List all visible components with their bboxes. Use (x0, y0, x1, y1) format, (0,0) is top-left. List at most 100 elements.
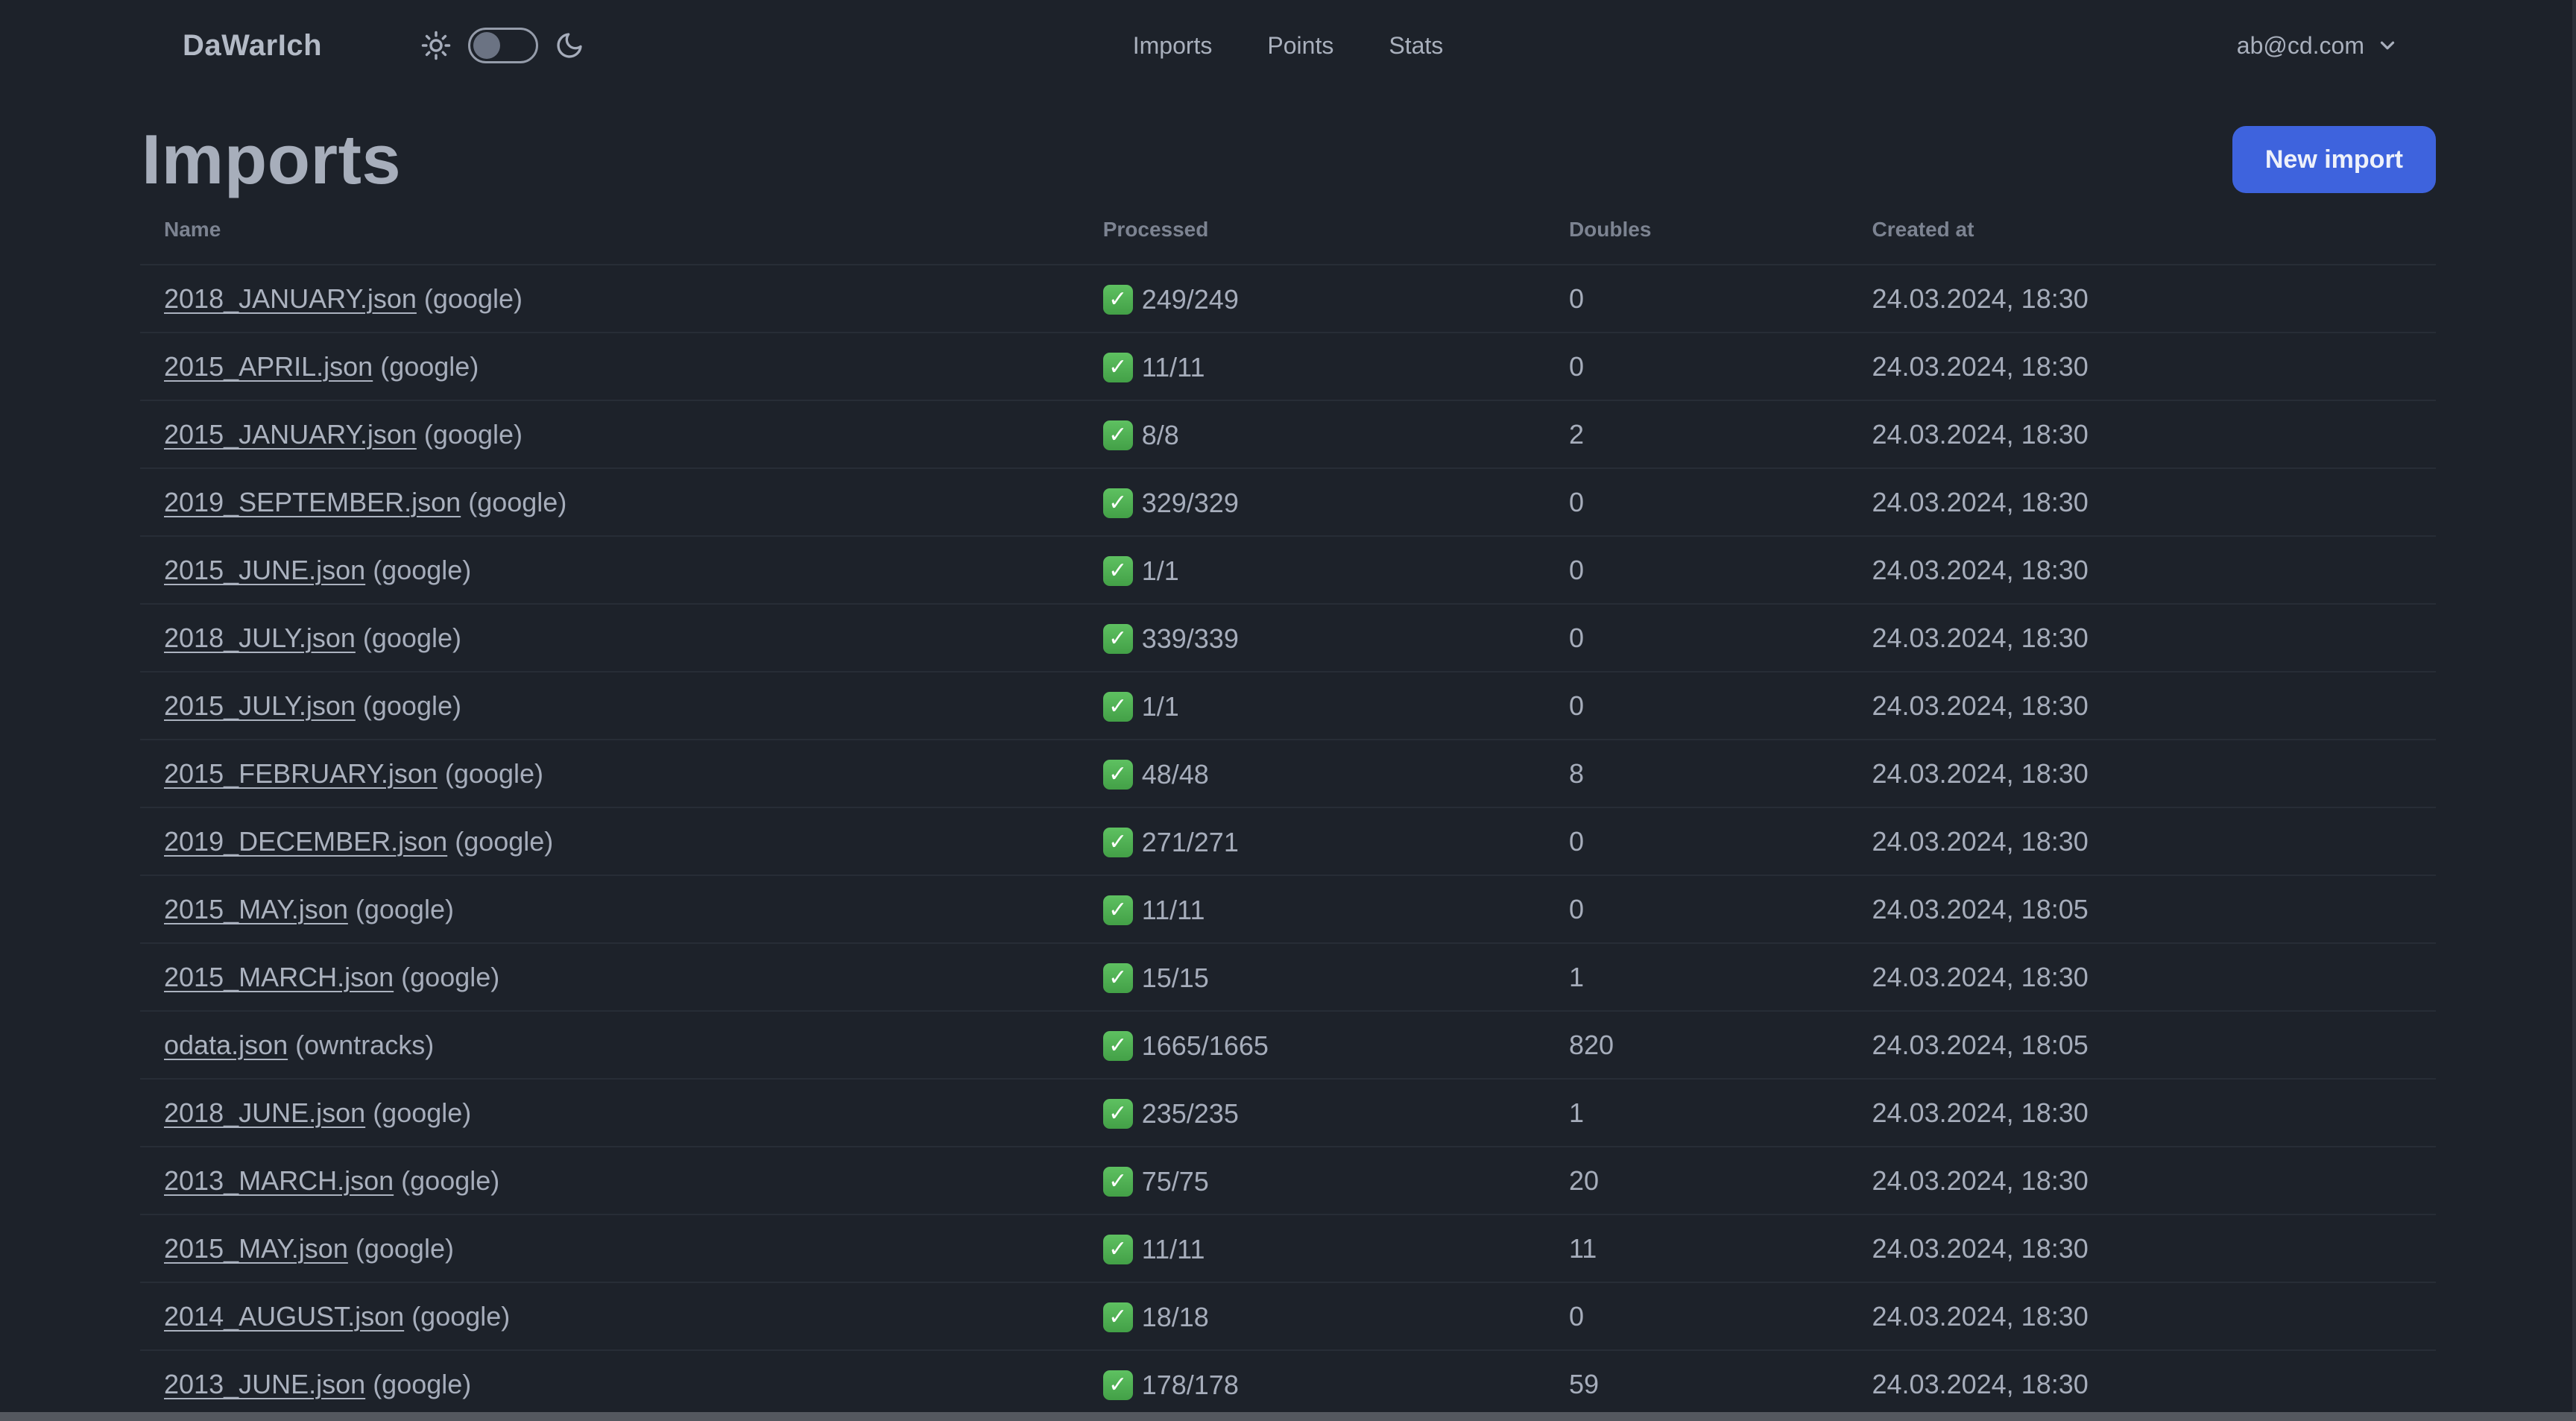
import-file-link[interactable]: 2018_JUNE.json (164, 1097, 365, 1128)
success-check-icon: ✓ (1102, 1167, 1133, 1197)
processed-value: 329/329 (1141, 488, 1239, 518)
import-name-cell: 2015_JANUARY.json (google) (140, 400, 1079, 468)
processed-value: 15/15 (1141, 962, 1209, 993)
table-row: 2019_DECEMBER.json (google) ✓ 271/271 0 … (140, 807, 2436, 875)
import-file-link[interactable]: 2015_MAY.json (164, 894, 348, 924)
import-source-label: (google) (423, 283, 523, 314)
import-file-link[interactable]: 2013_MARCH.json (164, 1165, 394, 1196)
import-file-link[interactable]: 2013_JUNE.json (164, 1369, 365, 1399)
import-file-link[interactable]: 2014_AUGUST.json (164, 1301, 404, 1332)
table-header: Name Processed Doubles Created at (140, 218, 2436, 265)
created-at-cell: 24.03.2024, 18:30 (1872, 1232, 2089, 1264)
main-nav: Imports Points Stats (1133, 0, 1444, 91)
import-source-label: (google) (373, 1097, 472, 1128)
table-row: 2015_FEBRUARY.json (google) ✓ 48/48 8 24… (140, 740, 2436, 807)
import-source-label: (google) (373, 554, 472, 585)
processed-value: 249/249 (1141, 284, 1239, 315)
column-header-name: Name (164, 218, 221, 241)
import-name-cell: 2019_SEPTEMBER.json (google) (140, 468, 1079, 536)
doubles-cell: 820 (1568, 1029, 1614, 1060)
success-check-icon: ✓ (1102, 624, 1133, 654)
table-row: 2018_JULY.json (google) ✓ 339/339 0 24.0… (140, 604, 2436, 672)
import-file-link[interactable]: odata.json (164, 1030, 288, 1060)
import-source-label: (google) (444, 757, 543, 789)
created-at-cell: 24.03.2024, 18:05 (1872, 1029, 2089, 1060)
import-file-link[interactable]: 2015_JULY.json (164, 690, 356, 721)
import-file-link[interactable]: 2018_JANUARY.json (164, 283, 417, 314)
nav-link-imports[interactable]: Imports (1133, 32, 1213, 60)
processed-value: 48/48 (1141, 759, 1209, 790)
created-at-cell: 24.03.2024, 18:30 (1872, 1368, 2089, 1399)
import-source-label: (google) (362, 622, 461, 653)
import-file-link[interactable]: 2015_MARCH.json (164, 962, 394, 992)
import-source-label: (owntracks) (295, 1029, 435, 1060)
import-source-label: (google) (411, 1300, 511, 1332)
import-name-cell: 2015_MARCH.json (google) (140, 943, 1079, 1011)
processed-value: 11/11 (1141, 1234, 1205, 1264)
success-check-icon: ✓ (1102, 1302, 1133, 1332)
import-source-label: (google) (355, 893, 454, 924)
success-check-icon: ✓ (1102, 1099, 1133, 1129)
created-at-cell: 24.03.2024, 18:30 (1872, 1165, 2089, 1196)
doubles-cell: 0 (1568, 1300, 1584, 1332)
success-check-icon: ✓ (1102, 353, 1133, 382)
created-at-cell: 24.03.2024, 18:30 (1872, 961, 2089, 992)
main-content: Imports New import Name Processed Doubles C… (140, 91, 2436, 1421)
import-name-cell: 2019_DECEMBER.json (google) (140, 807, 1079, 875)
theme-toggle-knob (473, 32, 501, 59)
processed-cell: ✓ 15/15 (1079, 943, 1545, 1011)
created-at-cell: 24.03.2024, 18:30 (1872, 825, 2089, 857)
doubles-cell: 0 (1568, 622, 1584, 653)
processed-cell: ✓ 11/11 (1079, 1214, 1545, 1282)
table-row: 2015_MAY.json (google) ✓ 11/11 11 24.03.… (140, 1214, 2436, 1282)
created-at-cell: 24.03.2024, 18:30 (1872, 1097, 2089, 1128)
processed-cell: ✓ 11/11 (1079, 875, 1545, 943)
new-import-button[interactable]: New import (2232, 126, 2436, 193)
import-file-link[interactable]: 2015_MAY.json (164, 1233, 348, 1264)
import-file-link[interactable]: 2015_JUNE.json (164, 555, 365, 585)
import-file-link[interactable]: 2015_APRIL.json (164, 351, 373, 382)
user-menu[interactable]: ab@cd.com (2237, 32, 2399, 60)
doubles-cell: 0 (1568, 283, 1584, 314)
column-header-doubles: Doubles (1568, 218, 1652, 241)
processed-cell: ✓ 18/18 (1079, 1282, 1545, 1350)
import-source-label: (google) (455, 825, 554, 857)
moon-icon (557, 33, 582, 58)
nav-link-points[interactable]: Points (1267, 32, 1333, 60)
import-file-link[interactable]: 2015_JANUARY.json (164, 419, 417, 450)
import-file-link[interactable]: 2015_FEBRUARY.json (164, 758, 438, 789)
processed-value: 339/339 (1141, 623, 1239, 654)
import-name-cell: 2015_MAY.json (google) (140, 1214, 1079, 1282)
import-file-link[interactable]: 2019_SEPTEMBER.json (164, 487, 461, 517)
doubles-cell: 0 (1568, 825, 1584, 857)
sun-icon (421, 31, 451, 60)
processed-cell: ✓ 48/48 (1079, 740, 1545, 807)
processed-cell: ✓ 271/271 (1079, 807, 1545, 875)
processed-cell: ✓ 329/329 (1079, 468, 1545, 536)
success-check-icon: ✓ (1102, 420, 1133, 450)
doubles-cell: 0 (1568, 893, 1584, 924)
table-row: odata.json (owntracks) ✓ 1665/1665 820 2… (140, 1011, 2436, 1079)
created-at-cell: 24.03.2024, 18:30 (1872, 418, 2089, 450)
table-row: 2015_MARCH.json (google) ✓ 15/15 1 24.03… (140, 943, 2436, 1011)
success-check-icon: ✓ (1102, 1370, 1133, 1400)
horizontal-scrollbar[interactable] (0, 1412, 2576, 1421)
success-check-icon: ✓ (1102, 692, 1133, 722)
theme-toggle-switch[interactable] (468, 28, 539, 63)
import-name-cell: 2018_JULY.json (google) (140, 604, 1079, 672)
processed-cell: ✓ 75/75 (1079, 1147, 1545, 1214)
app-logo[interactable]: DaWarIch (183, 29, 322, 63)
column-header-created-at: Created at (1872, 218, 1974, 241)
processed-value: 18/18 (1141, 1302, 1209, 1332)
processed-cell: ✓ 1665/1665 (1079, 1011, 1545, 1079)
processed-value: 1665/1665 (1141, 1030, 1269, 1061)
nav-link-stats[interactable]: Stats (1389, 32, 1443, 60)
theme-toggle-group (420, 28, 584, 63)
import-name-cell: 2018_JUNE.json (google) (140, 1079, 1079, 1147)
processed-cell: ✓ 8/8 (1079, 400, 1545, 468)
import-file-link[interactable]: 2018_JULY.json (164, 623, 356, 653)
success-check-icon: ✓ (1102, 895, 1133, 925)
import-file-link[interactable]: 2019_DECEMBER.json (164, 826, 447, 857)
page-header: Imports New import (140, 120, 2436, 198)
table-row: 2019_SEPTEMBER.json (google) ✓ 329/329 0… (140, 468, 2436, 536)
